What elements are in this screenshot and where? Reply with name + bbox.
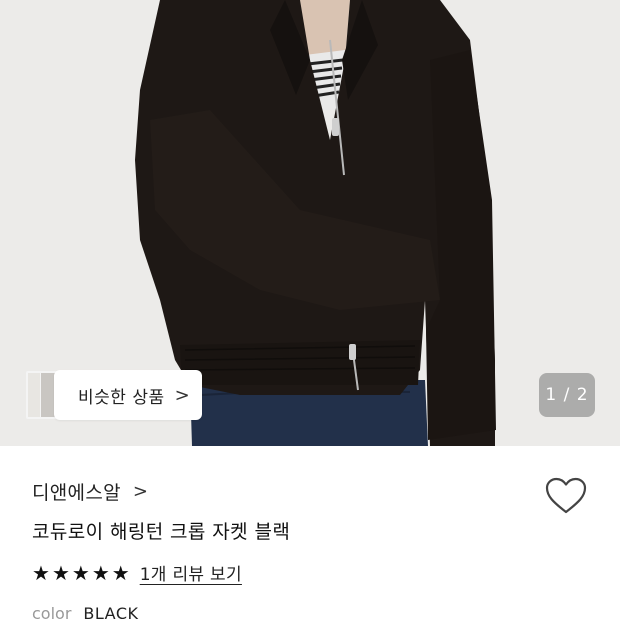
star-icon: ★ <box>51 560 70 585</box>
star-icon: ★ <box>71 560 90 585</box>
star-icon: ★ <box>111 560 130 585</box>
product-title: 코듀로이 해링턴 크롭 자켓 블랙 <box>32 521 291 543</box>
color-value: BLACK <box>83 604 139 623</box>
image-counter-text: 1 / 2 <box>545 385 589 405</box>
product-image-gallery[interactable]: 비슷한 상품 > 1 / 2 <box>0 0 620 446</box>
heart-icon[interactable] <box>545 477 587 515</box>
star-rating: ★ ★ ★ ★ ★ <box>32 561 130 585</box>
review-link[interactable]: 1개 리뷰 보기 <box>140 560 242 585</box>
brand-link[interactable]: 디앤에스알 > <box>32 478 148 505</box>
star-icon: ★ <box>91 560 110 585</box>
star-icon: ★ <box>32 560 50 585</box>
brand-name: 디앤에스알 <box>32 482 121 504</box>
color-label: color <box>32 604 72 623</box>
color-option-row: color BLACK <box>32 604 139 623</box>
chevron-right-icon: > <box>174 384 191 406</box>
rating-row: ★ ★ ★ ★ ★ 1개 리뷰 보기 <box>32 560 242 586</box>
similar-products-button[interactable]: 비슷한 상품 > <box>54 370 202 420</box>
chevron-right-icon: > <box>132 481 149 502</box>
image-counter: 1 / 2 <box>539 373 595 417</box>
similar-products-label: 비슷한 상품 <box>78 387 165 408</box>
